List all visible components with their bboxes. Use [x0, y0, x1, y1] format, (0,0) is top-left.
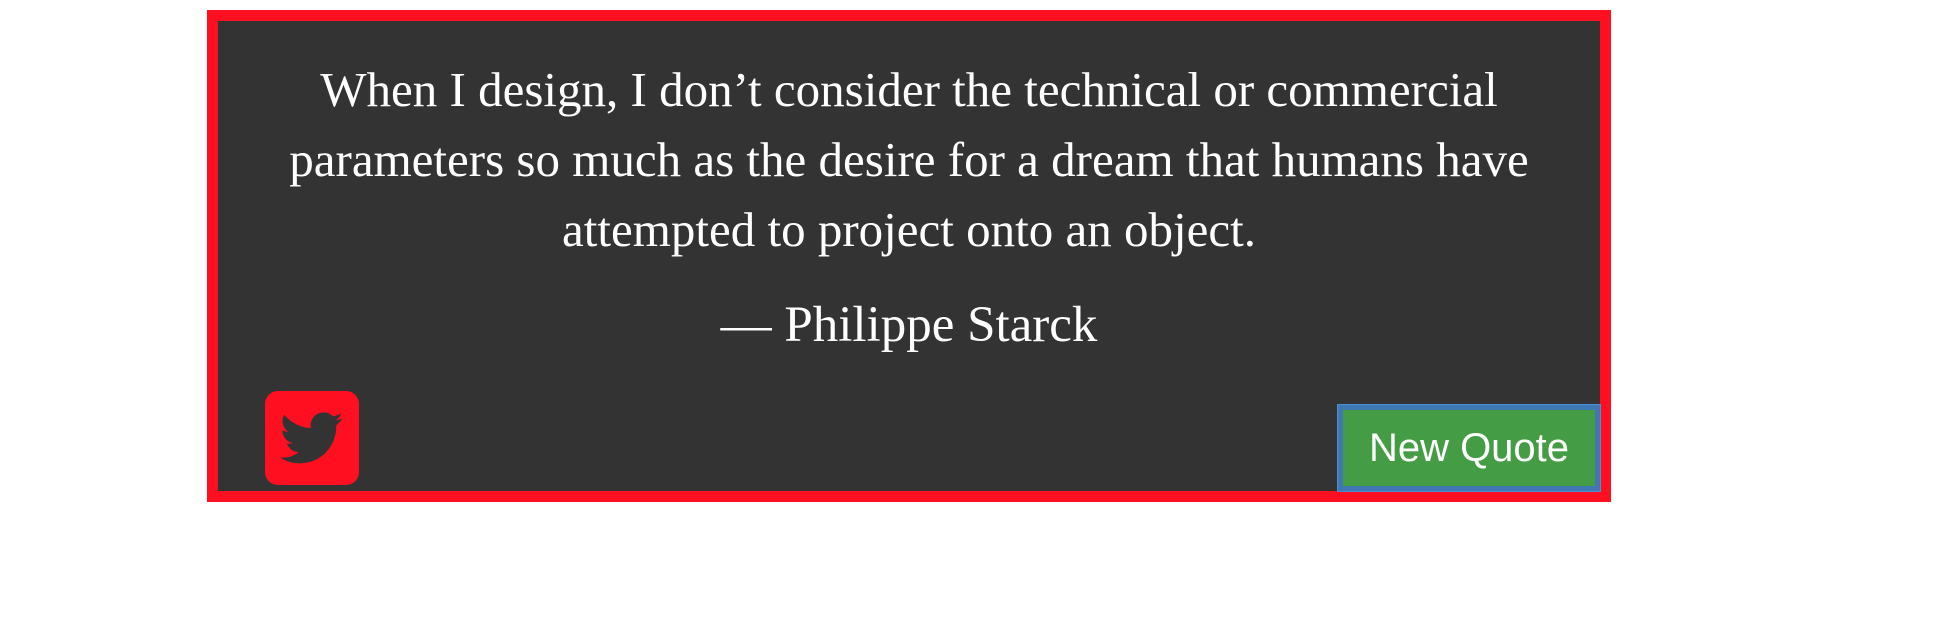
- quote-author: — Philippe Starck: [720, 297, 1098, 353]
- tweet-button[interactable]: [265, 391, 359, 485]
- quote-box: When I design, I don’t consider the tech…: [207, 10, 1611, 502]
- twitter-icon: [280, 412, 343, 464]
- new-quote-button[interactable]: New Quote: [1338, 405, 1600, 491]
- quote-text: When I design, I don’t consider the tech…: [289, 62, 1529, 257]
